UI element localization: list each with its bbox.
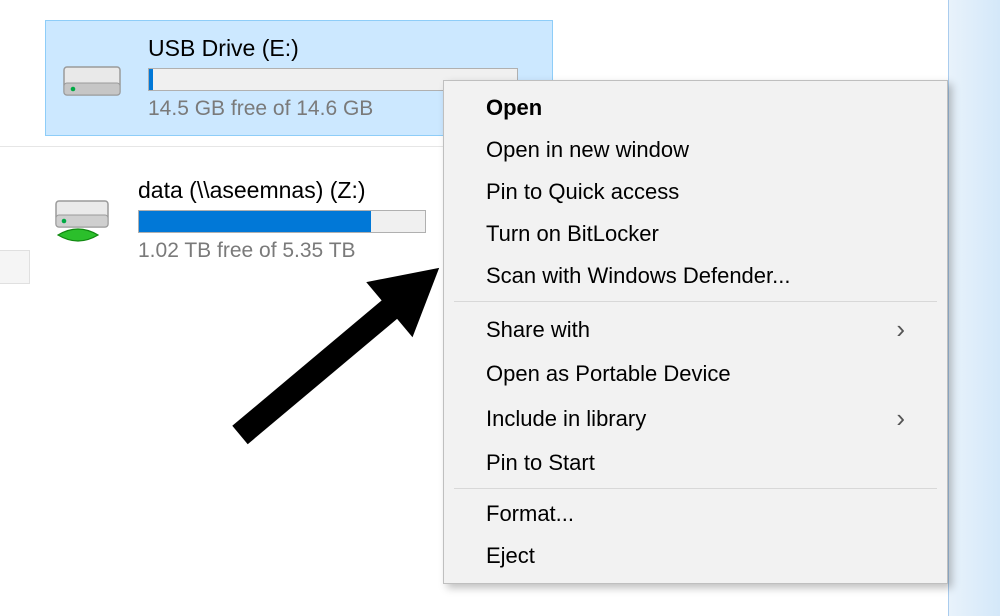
menu-separator	[454, 301, 937, 302]
window-right-border	[948, 0, 1000, 616]
menu-label: Open as Portable Device	[486, 361, 731, 387]
drive-capacity-fill	[139, 211, 371, 232]
menu-item-bitlocker[interactable]: Turn on BitLocker	[446, 213, 945, 255]
menu-label: Scan with Windows Defender...	[486, 263, 790, 289]
chevron-right-icon: ›	[896, 314, 905, 345]
menu-item-open-new-window[interactable]: Open in new window	[446, 129, 945, 171]
menu-label: Open in new window	[486, 137, 689, 163]
menu-label: Share with	[486, 317, 590, 343]
drive-label: USB Drive (E:)	[148, 35, 542, 62]
drive-capacity-bar	[138, 210, 426, 233]
menu-label: Pin to Start	[486, 450, 595, 476]
menu-item-eject[interactable]: Eject	[446, 535, 945, 577]
menu-item-share-with[interactable]: Share with ›	[446, 306, 945, 353]
network-drive-icon	[50, 195, 114, 245]
menu-item-format[interactable]: Format...	[446, 493, 945, 535]
menu-item-pin-start[interactable]: Pin to Start	[446, 442, 945, 484]
menu-item-include-library[interactable]: Include in library ›	[446, 395, 945, 442]
menu-label: Include in library	[486, 406, 646, 432]
chevron-right-icon: ›	[896, 403, 905, 434]
menu-item-open-portable[interactable]: Open as Portable Device	[446, 353, 945, 395]
menu-label: Eject	[486, 543, 535, 569]
menu-label: Format...	[486, 501, 574, 527]
drive-capacity-fill	[149, 69, 153, 90]
menu-item-open[interactable]: Open	[446, 87, 945, 129]
menu-label: Turn on BitLocker	[486, 221, 659, 247]
menu-label: Open	[486, 95, 542, 121]
context-menu: Open Open in new window Pin to Quick acc…	[443, 80, 948, 584]
menu-label: Pin to Quick access	[486, 179, 679, 205]
menu-separator	[454, 488, 937, 489]
menu-item-scan-defender[interactable]: Scan with Windows Defender...	[446, 255, 945, 297]
usb-drive-icon	[60, 53, 124, 103]
menu-item-pin-quick-access[interactable]: Pin to Quick access	[446, 171, 945, 213]
